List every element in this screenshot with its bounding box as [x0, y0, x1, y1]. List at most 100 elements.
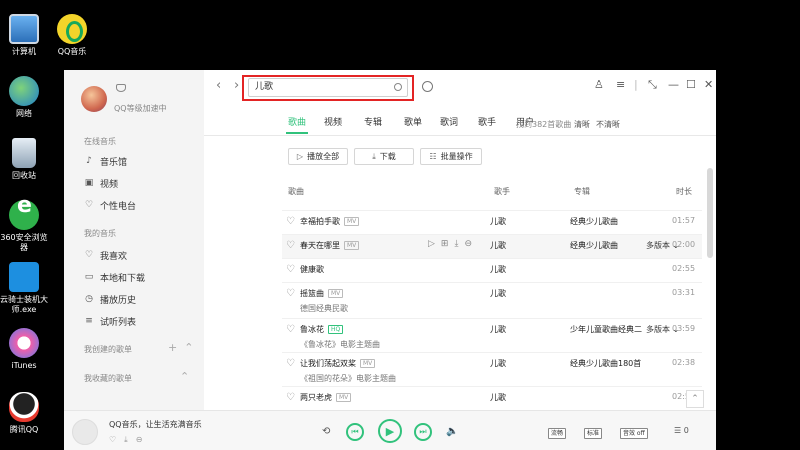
desktop-icon-qq-music[interactable]: QQ音乐	[46, 14, 98, 57]
more-icon[interactable]: ⊖	[136, 435, 143, 445]
table-row[interactable]: ♡ 摇篮曲 MV 德国经典民歌 儿歌 03:31	[282, 282, 702, 318]
song-album[interactable]: 经典少儿歌曲	[570, 240, 618, 251]
song-singer[interactable]: 儿歌	[490, 324, 506, 335]
tab-albums[interactable]: 专辑	[364, 115, 382, 128]
version-select[interactable]: 多版本 ⌄	[646, 324, 679, 335]
download-icon[interactable]: ⤓	[124, 435, 128, 445]
scrollbar[interactable]	[707, 168, 713, 258]
desktop-icon-network[interactable]: 网络	[0, 76, 50, 119]
song-singer[interactable]: 儿歌	[490, 358, 506, 369]
table-row[interactable]: ♡ 幸福拍手歌 MV 儿歌 经典少儿歌曲 01:57	[282, 210, 702, 234]
avatar[interactable]	[81, 86, 107, 112]
playlist-count[interactable]: ☰ 0	[674, 426, 689, 435]
table-row[interactable]: ♡ 鲁冰花 HQ 《鲁冰花》电影主题曲 儿歌 少年儿童歌曲经典二 03:59	[282, 318, 702, 352]
play-button[interactable]: ▶	[378, 419, 402, 443]
download-icon[interactable]: ⤓	[454, 239, 458, 249]
song-title[interactable]: 春天在哪里 MV	[300, 240, 360, 251]
song-singer[interactable]: 儿歌	[490, 392, 506, 403]
play-icon[interactable]: ▷	[428, 239, 435, 249]
song-title[interactable]: 让我们荡起双桨 MV	[300, 358, 376, 369]
search-icon[interactable]	[394, 83, 402, 91]
song-title[interactable]: 两只老虎 MV	[300, 392, 352, 403]
search-input[interactable]: 儿歌	[248, 78, 408, 97]
mv-badge[interactable]: MV	[344, 217, 360, 226]
mv-badge[interactable]: MV	[360, 359, 376, 368]
previous-button[interactable]: ⏮	[346, 423, 364, 441]
heart-icon[interactable]: ♡	[286, 324, 295, 335]
sidebar-item-history[interactable]: ◷ 播放历史	[84, 292, 136, 306]
sidebar-item-trial-list[interactable]: ≡ 试听列表	[84, 314, 136, 328]
sound-standard-button[interactable]: 标准	[584, 428, 603, 439]
song-title[interactable]: 摇篮曲 MV	[300, 288, 344, 299]
song-title[interactable]: 幸福拍手歌 MV	[300, 216, 360, 227]
table-row[interactable]: ♡ 健康歌 儿歌 02:55	[282, 258, 702, 282]
heart-icon[interactable]: ♡	[286, 288, 295, 299]
tab-videos[interactable]: 视频	[324, 115, 342, 128]
song-singer[interactable]: 儿歌	[490, 264, 506, 275]
desktop-icon-itunes[interactable]: iTunes	[0, 328, 50, 371]
desktop-icon-installer[interactable]: 云骑士装机大师.exe	[0, 262, 50, 315]
heart-icon[interactable]: ♡	[286, 358, 295, 369]
add-playlist-icon[interactable]: + ⌃	[168, 341, 193, 354]
more-icon[interactable]: ⊖	[464, 239, 472, 249]
song-singer[interactable]: 儿歌	[490, 288, 506, 299]
desktop-icon-qq[interactable]: 腾讯QQ	[0, 392, 50, 435]
history-refresh-icon[interactable]	[422, 81, 433, 92]
heart-icon[interactable]: ♡	[286, 216, 295, 227]
column-header-album[interactable]: 专辑	[574, 186, 590, 197]
sound-effect-button[interactable]: 音效 off	[620, 428, 648, 439]
heart-icon[interactable]: ♡	[286, 392, 295, 403]
table-row[interactable]: ♡ 春天在哪里 MV ▷ ⊞ ⤓ ⊖ 儿歌 经典少儿歌曲 02:00	[282, 234, 702, 258]
tab-singers[interactable]: 歌手	[478, 115, 496, 128]
maximize-icon[interactable]: ☐	[686, 78, 696, 91]
column-header-singer[interactable]: 歌手	[494, 186, 510, 197]
table-row[interactable]: ♡ 两只老虎 MV 儿歌 02:55	[282, 386, 702, 410]
download-button[interactable]: ⤓ 下载	[354, 148, 414, 165]
next-button[interactable]: ⏭	[414, 423, 432, 441]
mini-mode-icon[interactable]: ⤡	[648, 78, 657, 92]
song-album[interactable]: 经典少儿歌曲	[570, 216, 618, 227]
loop-icon[interactable]: ⟲	[322, 426, 330, 437]
menu-icon[interactable]: ≡	[616, 78, 625, 91]
volume-icon[interactable]: 🔈	[446, 426, 458, 437]
song-album[interactable]: 少年儿童歌曲经典二	[570, 324, 642, 335]
desktop-icon-computer[interactable]: 计算机	[0, 14, 50, 57]
song-title[interactable]: 健康歌	[300, 264, 324, 275]
batch-operation-button[interactable]: ☷ 批量操作	[420, 148, 482, 165]
heart-icon[interactable]: ♡	[286, 240, 295, 251]
mv-badge[interactable]: MV	[328, 289, 344, 298]
forward-arrow-icon[interactable]: ›	[234, 78, 239, 93]
close-icon[interactable]: ✕	[704, 78, 713, 91]
skin-shirt-icon[interactable]: ♙	[594, 78, 604, 91]
desktop-icon-recycle-bin[interactable]: 回收站	[0, 138, 50, 181]
heart-icon[interactable]: ♡	[109, 435, 116, 445]
column-header-song[interactable]: 歌曲	[288, 186, 304, 197]
desktop-icon-360-browser[interactable]: 360安全浏览器	[0, 200, 50, 253]
tab-songs[interactable]: 歌曲	[288, 115, 306, 128]
tab-playlists[interactable]: 歌单	[404, 115, 422, 128]
play-all-button[interactable]: ▷ 播放全部	[288, 148, 348, 165]
sidebar-item-video[interactable]: ▣ 视频	[84, 176, 118, 190]
sidebar-item-favorites[interactable]: ♡ 我喜欢	[84, 248, 127, 262]
back-to-top-button[interactable]: ⌃	[686, 390, 704, 408]
minimize-icon[interactable]: —	[668, 78, 679, 91]
sidebar-item-local-download[interactable]: ▭ 本地和下载	[84, 270, 145, 284]
column-header-duration[interactable]: 时长	[676, 186, 692, 197]
song-title[interactable]: 鲁冰花 HQ	[300, 324, 344, 335]
collapse-icon[interactable]: ⌃	[180, 370, 189, 383]
mv-badge[interactable]: MV	[336, 393, 352, 402]
mv-badge[interactable]: MV	[344, 241, 360, 250]
sidebar-item-radio[interactable]: ♡ 个性电台	[84, 198, 136, 212]
vip-diamond-icon[interactable]	[116, 84, 126, 92]
back-arrow-icon[interactable]: ‹	[216, 78, 221, 93]
quality-button[interactable]: 流畅	[548, 428, 567, 439]
add-to-icon[interactable]: ⊞	[441, 239, 449, 249]
song-singer[interactable]: 儿歌	[490, 216, 506, 227]
filter-unclear[interactable]: 不清晰	[596, 119, 620, 130]
sidebar-item-music-hall[interactable]: ♪ 音乐馆	[84, 154, 127, 168]
tab-lyrics[interactable]: 歌词	[440, 115, 458, 128]
filter-clear[interactable]: 清晰	[574, 119, 590, 130]
heart-icon[interactable]: ♡	[286, 264, 295, 275]
song-album[interactable]: 经典少儿歌曲180首	[570, 358, 641, 369]
table-row[interactable]: ♡ 让我们荡起双桨 MV 《祖国的花朵》电影主题曲 儿歌 经典少儿歌曲180首 0…	[282, 352, 702, 386]
